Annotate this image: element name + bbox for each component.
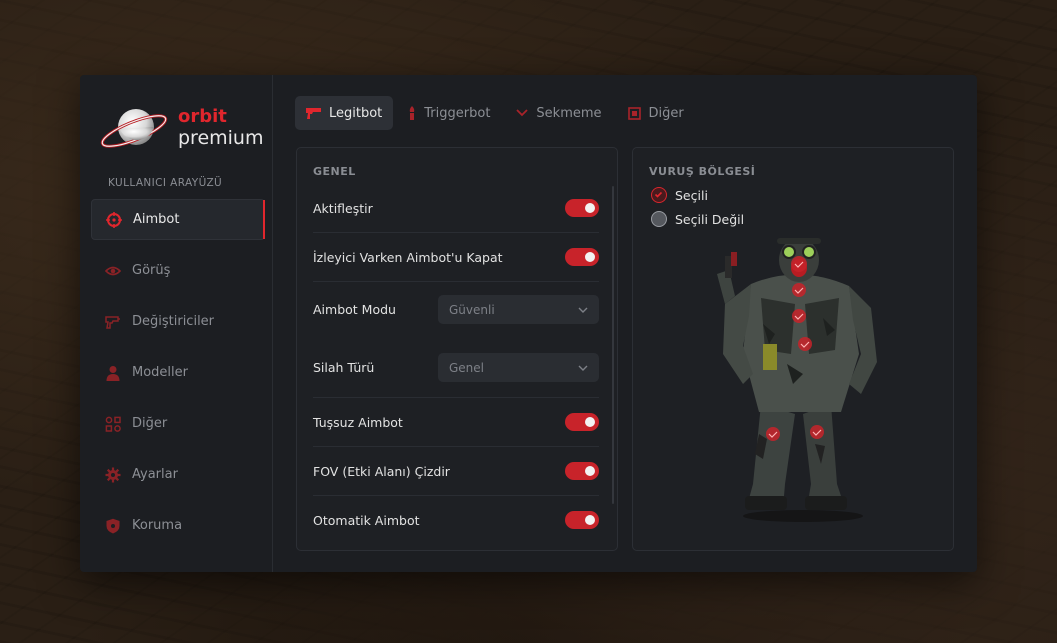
sidebar-item-label: Koruma — [132, 518, 183, 533]
hitbox-panel-title: VURUŞ BÖLGESİ — [649, 165, 756, 178]
setting-row-weapon-type: Silah Türü Genel — [313, 353, 599, 382]
sidebar-item-label: Görüş — [132, 263, 171, 278]
tab-label: Triggerbot — [424, 105, 491, 121]
legend-label: Seçili — [675, 187, 708, 203]
gear-icon — [105, 467, 121, 483]
sidebar-nav: Aimbot Görüş Değiştiriciler Modeller Diğ… — [91, 199, 265, 556]
setting-label: Aimbot Modu — [313, 302, 396, 317]
sidebar-item-aimbot[interactable]: Aimbot — [91, 199, 265, 240]
divider — [313, 495, 599, 496]
divider — [313, 281, 599, 282]
panel-scrollbar[interactable] — [612, 186, 614, 504]
divider — [313, 232, 599, 233]
empty-circle-icon — [651, 211, 667, 227]
sidebar-item-diger[interactable]: Diğer — [91, 403, 265, 444]
tab-triggerbot[interactable]: Triggerbot — [397, 96, 501, 130]
crosshair-icon — [106, 211, 122, 228]
setting-label: İzleyici Varken Aimbot'u Kapat — [313, 249, 503, 265]
select-value: Güvenli — [449, 302, 495, 317]
setting-label: Aktifleştir — [313, 200, 373, 216]
sidebar-item-ayarlar[interactable]: Ayarlar — [91, 454, 265, 495]
sidebar-item-modeller[interactable]: Modeller — [91, 352, 265, 393]
chevron-down-icon — [578, 307, 588, 313]
main-content: Legitbot Triggerbot Sekmeme Diğer GENEL … — [273, 75, 977, 572]
setting-row-aimbot-mode: Aimbot Modu Güvenli — [313, 295, 599, 324]
sidebar-item-label: Aimbot — [133, 212, 180, 227]
box-icon — [627, 106, 641, 120]
legend-label: Seçili Değil — [675, 211, 745, 227]
enable-toggle[interactable] — [565, 199, 599, 217]
setting-row-auto-aimbot: Otomatik Aimbot — [313, 511, 599, 529]
general-panel-title: GENEL — [313, 165, 356, 178]
setting-label: FOV (Etki Alanı) Çizdir — [313, 463, 450, 479]
sidebar-item-label: Modeller — [132, 365, 188, 380]
select-value: Genel — [449, 360, 485, 375]
sidebar-item-label: Diğer — [132, 416, 168, 431]
sidebar-section-label: KULLANICI ARAYÜZÜ — [108, 177, 223, 189]
tab-diger[interactable]: Diğer — [617, 96, 695, 130]
setting-row-aktiflestir: Aktifleştir — [313, 199, 599, 217]
divider — [313, 446, 599, 447]
keyless-aimbot-toggle[interactable] — [565, 413, 599, 431]
logo: orbit premium — [98, 101, 263, 155]
bullet-icon — [408, 106, 416, 120]
legend-selected: Seçili — [651, 187, 708, 203]
tab-legitbot[interactable]: Legitbot — [295, 96, 394, 130]
sidebar-item-gorus[interactable]: Görüş — [91, 250, 265, 291]
setting-row-keyless: Tuşsuz Aimbot — [313, 413, 599, 431]
hitbox-panel: VURUŞ BÖLGESİ Seçili Seçili Değil — [632, 147, 954, 551]
spectator-disable-toggle[interactable] — [565, 248, 599, 266]
grid-icon — [105, 416, 121, 432]
brand-name-bottom: premium — [178, 127, 264, 150]
tab-label: Sekmeme — [536, 105, 602, 121]
setting-row-spectator: İzleyici Varken Aimbot'u Kapat — [313, 248, 599, 266]
draw-fov-toggle[interactable] — [565, 462, 599, 480]
sidebar: orbit premium KULLANICI ARAYÜZÜ Aimbot G… — [80, 75, 273, 572]
player-model-figure — [717, 238, 877, 522]
pistol-icon — [306, 107, 321, 119]
weapon-type-select[interactable]: Genel — [438, 353, 599, 382]
check-circle-icon — [651, 187, 667, 203]
auto-aimbot-toggle[interactable] — [565, 511, 599, 529]
user-icon — [105, 365, 121, 381]
cheat-menu-window: orbit premium KULLANICI ARAYÜZÜ Aimbot G… — [80, 75, 977, 572]
planet-logo-icon — [100, 109, 168, 148]
sidebar-item-label: Ayarlar — [132, 467, 178, 482]
tab-bar: Legitbot Triggerbot Sekmeme Diğer — [295, 96, 699, 130]
legend-unselected: Seçili Değil — [651, 211, 744, 227]
sidebar-item-label: Değiştiriciler — [132, 314, 215, 329]
chevron-down-icon — [516, 109, 529, 117]
setting-label: Otomatik Aimbot — [313, 512, 420, 528]
tab-label: Legitbot — [329, 105, 383, 121]
eye-icon — [105, 263, 121, 279]
setting-row-fov: FOV (Etki Alanı) Çizdir — [313, 462, 599, 480]
shield-icon — [105, 518, 121, 534]
setting-label: Silah Türü — [313, 360, 375, 375]
tab-sekmeme[interactable]: Sekmeme — [505, 96, 612, 130]
sidebar-item-koruma[interactable]: Koruma — [91, 505, 265, 546]
setting-label: Tuşsuz Aimbot — [313, 414, 403, 430]
brand-name-top: orbit — [178, 105, 227, 127]
gun-icon — [105, 314, 121, 330]
chevron-down-icon — [578, 365, 588, 371]
sidebar-item-degistiriciler[interactable]: Değiştiriciler — [91, 301, 265, 342]
general-panel: GENEL Aktifleştir İzleyici Varken Aimbot… — [296, 147, 618, 551]
tab-label: Diğer — [648, 105, 684, 121]
divider — [313, 397, 599, 398]
aimbot-mode-select[interactable]: Güvenli — [438, 295, 599, 324]
